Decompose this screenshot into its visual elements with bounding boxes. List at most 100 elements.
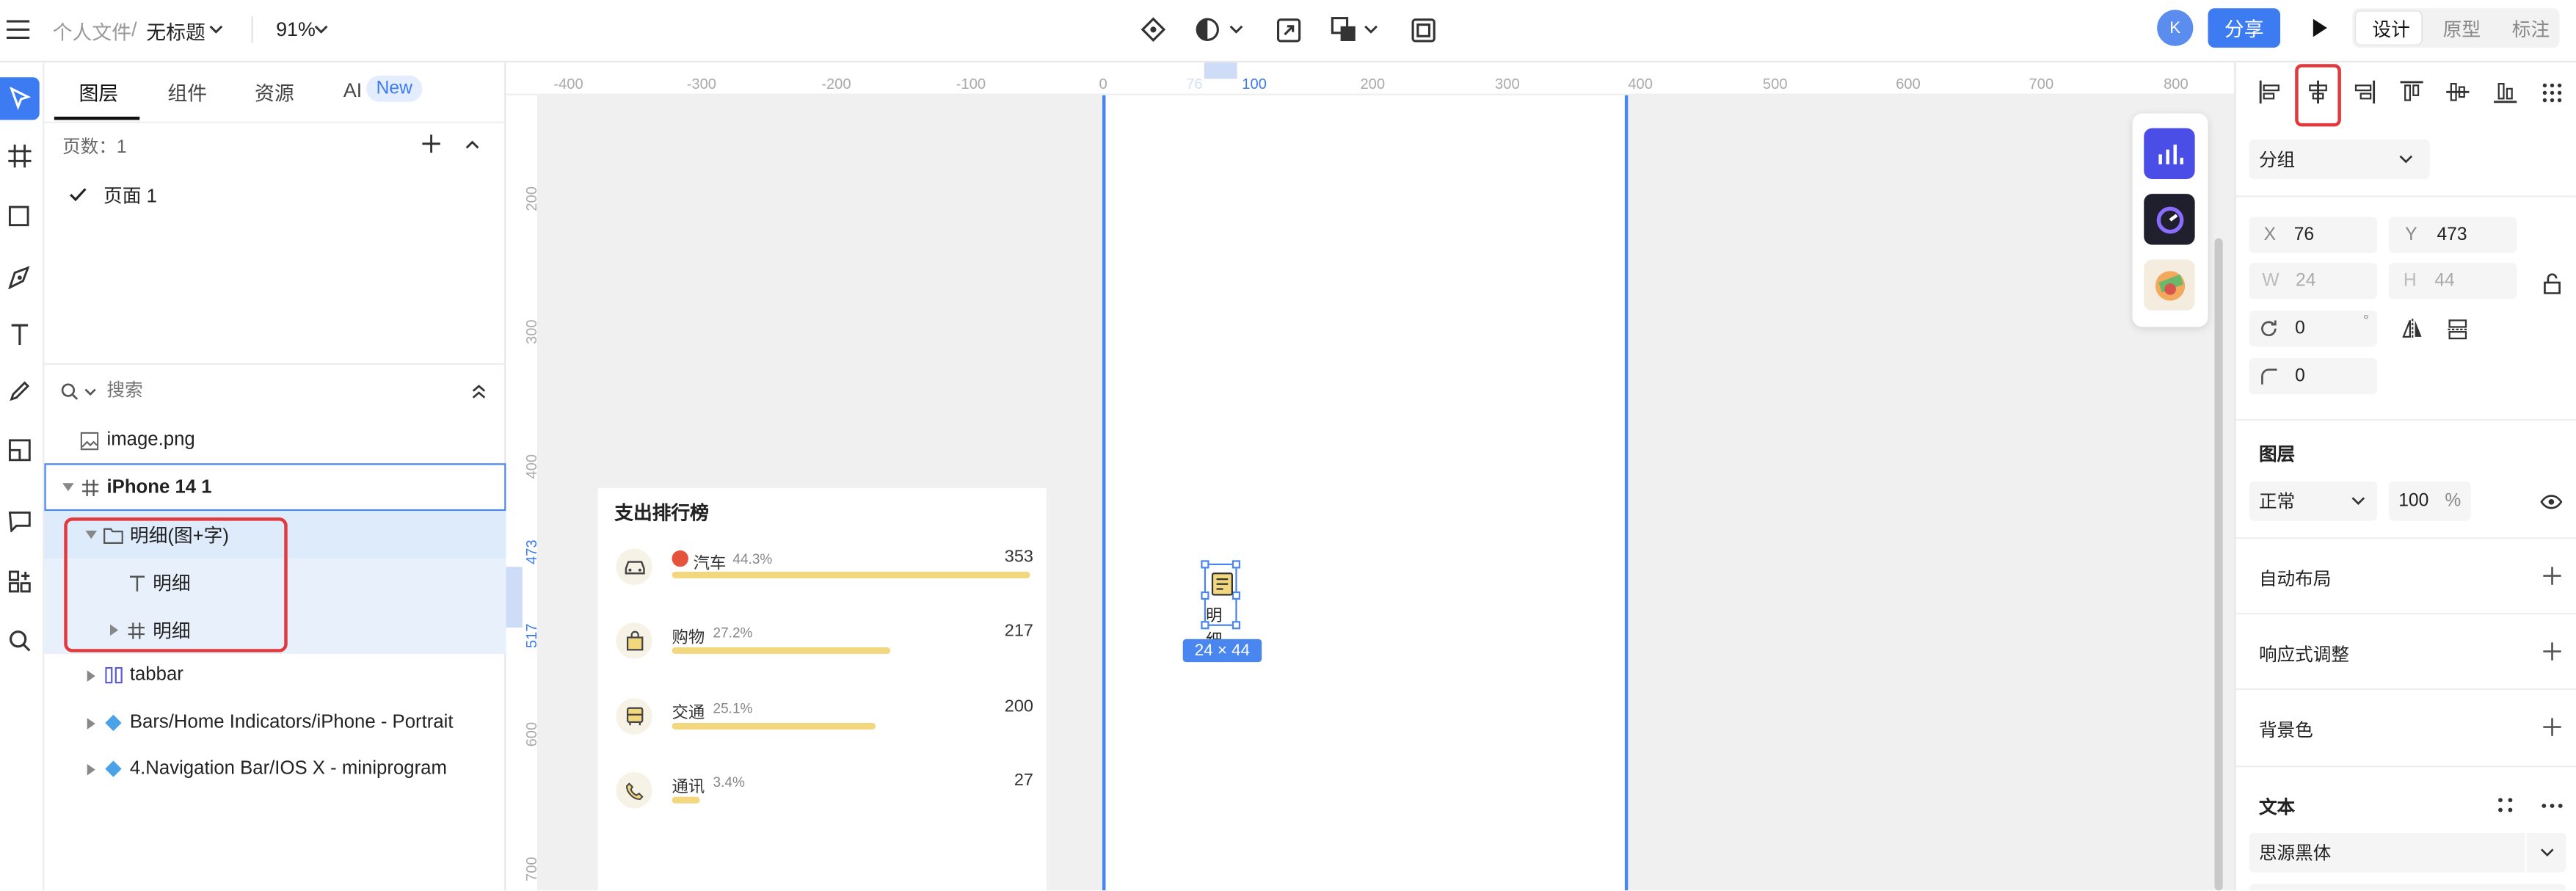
slice-tool-icon[interactable] bbox=[3, 434, 36, 467]
add-page-icon[interactable] bbox=[419, 131, 442, 154]
layer-label: 4.Navigation Bar/IOS X - miniprogram bbox=[129, 759, 447, 779]
collapse-all-icon[interactable] bbox=[467, 379, 490, 402]
tab-assets[interactable]: 资源 bbox=[255, 79, 294, 106]
tab-prototype[interactable]: 原型 bbox=[2443, 16, 2481, 43]
file-name[interactable]: 无标题 bbox=[146, 18, 205, 46]
tab-ai[interactable]: AI bbox=[343, 79, 362, 101]
frame-tool-icon[interactable] bbox=[3, 139, 36, 172]
align-left-icon[interactable] bbox=[2255, 77, 2285, 106]
align-vertical-center-icon[interactable] bbox=[2443, 77, 2473, 106]
boolean-icon[interactable] bbox=[1328, 13, 1361, 46]
component-icon[interactable] bbox=[1137, 13, 1170, 46]
resize-handle[interactable] bbox=[1231, 560, 1241, 569]
y-field[interactable]: Y 473 bbox=[2388, 217, 2517, 253]
resize-handle[interactable] bbox=[1201, 560, 1209, 569]
expense-ranking-card[interactable]: 支出排行榜 汽车 44.3% 353 购物 27.2% 217 交通 25.1%… bbox=[597, 487, 1047, 891]
chevron-down-icon[interactable] bbox=[1226, 20, 1245, 40]
ruler-tick: 473 bbox=[523, 539, 540, 564]
chevron-down-icon[interactable] bbox=[1360, 20, 1380, 40]
opacity-field[interactable]: 100 % bbox=[2388, 481, 2471, 521]
layer-search-input[interactable] bbox=[106, 377, 387, 404]
tab-layers[interactable]: 图层 bbox=[79, 79, 118, 106]
chevron-down-icon[interactable] bbox=[205, 20, 225, 40]
distribute-icon[interactable] bbox=[2536, 77, 2566, 106]
item-percent: 27.2% bbox=[713, 624, 753, 641]
tab-design[interactable]: 设计 bbox=[2372, 16, 2409, 43]
add-responsive-icon[interactable] bbox=[2542, 641, 2561, 661]
x-field[interactable]: X 76 bbox=[2249, 217, 2378, 253]
canvas[interactable]: -400 -300 -200 -100 0 76 100 200 300 400… bbox=[506, 62, 2235, 891]
layer-row-navbar[interactable]: 4.Navigation Bar/IOS X - miniprogram bbox=[44, 746, 506, 792]
frame-icon[interactable] bbox=[1406, 13, 1439, 46]
chevron-down-icon[interactable] bbox=[310, 20, 330, 40]
speed-plugin-icon[interactable] bbox=[2144, 194, 2195, 245]
flip-horizontal-icon[interactable] bbox=[2398, 316, 2425, 342]
add-background-icon[interactable] bbox=[2542, 716, 2561, 736]
align-top-icon[interactable] bbox=[2397, 77, 2426, 106]
caret-right-icon[interactable] bbox=[82, 760, 98, 777]
ruler-tick: 600 bbox=[523, 721, 540, 747]
lock-icon[interactable] bbox=[2538, 269, 2564, 296]
layer-label: tabbar bbox=[129, 665, 183, 685]
comment-icon[interactable] bbox=[3, 504, 36, 537]
ruler-tick: 800 bbox=[2164, 75, 2188, 92]
align-bottom-icon[interactable] bbox=[2491, 77, 2520, 106]
play-icon[interactable] bbox=[2307, 15, 2333, 41]
page-item[interactable]: 页面 1 bbox=[103, 182, 157, 208]
pencil-tool-icon[interactable] bbox=[3, 374, 36, 407]
blend-mode-select[interactable]: 正常 bbox=[2249, 481, 2378, 521]
caret-down-icon[interactable] bbox=[59, 479, 76, 495]
pen-tool-icon[interactable] bbox=[3, 261, 36, 294]
menu-icon[interactable] bbox=[3, 15, 32, 44]
plugin-dock bbox=[2132, 113, 2208, 327]
flip-vertical-icon[interactable] bbox=[2445, 316, 2471, 342]
rotation-field[interactable]: 0 ° bbox=[2249, 310, 2378, 347]
resize-handle[interactable] bbox=[1201, 591, 1209, 600]
rotate-icon bbox=[2261, 320, 2277, 337]
resize-icon[interactable] bbox=[1272, 13, 1305, 46]
font-weight-select[interactable] bbox=[2249, 884, 2566, 891]
move-tool[interactable] bbox=[0, 77, 40, 120]
iphone-frame[interactable] bbox=[1102, 95, 1629, 891]
contrast-icon[interactable] bbox=[1191, 13, 1224, 46]
rectangle-tool-icon[interactable] bbox=[3, 200, 36, 233]
font-family-select[interactable]: 思源黑体 bbox=[2249, 832, 2566, 873]
selected-element[interactable]: 明细 bbox=[1201, 560, 1241, 650]
corner-radius-field[interactable]: 0 bbox=[2249, 357, 2378, 395]
layer-label: Bars/Home Indicators/iPhone - Portrait bbox=[129, 713, 454, 733]
avatar[interactable]: K bbox=[2157, 10, 2194, 46]
item-value: 200 bbox=[1004, 697, 1034, 716]
ruler-tick: -200 bbox=[821, 75, 851, 92]
align-right-icon[interactable] bbox=[2349, 77, 2379, 106]
add-auto-layout-icon[interactable] bbox=[2542, 565, 2561, 585]
layer-row-image[interactable]: image.png bbox=[44, 418, 506, 464]
share-button[interactable]: 分享 bbox=[2208, 8, 2281, 48]
h-field[interactable]: H 44 bbox=[2388, 263, 2517, 299]
ruler-tick: 0 bbox=[1099, 75, 1107, 92]
divider bbox=[2235, 765, 2576, 768]
chart-plugin-icon[interactable] bbox=[2144, 128, 2195, 179]
tab-components[interactable]: 组件 bbox=[167, 79, 207, 106]
layer-row-home-indicator[interactable]: Bars/Home Indicators/iPhone - Portrait bbox=[44, 700, 506, 746]
tab-annotate[interactable]: 标注 bbox=[2512, 16, 2550, 43]
caret-right-icon[interactable] bbox=[82, 715, 98, 731]
layer-row-tabbar[interactable]: tabbar bbox=[44, 652, 506, 699]
text-style-icon[interactable] bbox=[2494, 793, 2517, 816]
layer-type-select[interactable]: 分组 bbox=[2249, 139, 2430, 179]
zoom-level[interactable]: 91% bbox=[276, 18, 316, 41]
more-options-icon[interactable] bbox=[2538, 793, 2564, 816]
search-icon[interactable] bbox=[57, 379, 80, 402]
text-tool-icon[interactable] bbox=[3, 317, 36, 350]
chevron-up-icon[interactable] bbox=[460, 133, 483, 156]
w-field[interactable]: W 24 bbox=[2249, 263, 2378, 299]
chevron-down-icon[interactable] bbox=[81, 383, 101, 399]
layer-row-iphone[interactable]: iPhone 14 1 bbox=[44, 463, 506, 512]
avatar-plugin-icon[interactable] bbox=[2144, 259, 2195, 311]
plugins-icon[interactable] bbox=[3, 565, 36, 598]
item-value: 353 bbox=[1004, 547, 1034, 567]
canvas-scrollbar[interactable] bbox=[2214, 238, 2223, 891]
caret-right-icon[interactable] bbox=[82, 667, 98, 683]
breadcrumb-parent[interactable]: 个人文件 bbox=[53, 18, 131, 46]
search-icon[interactable] bbox=[3, 625, 36, 658]
eye-icon[interactable] bbox=[2538, 488, 2564, 514]
